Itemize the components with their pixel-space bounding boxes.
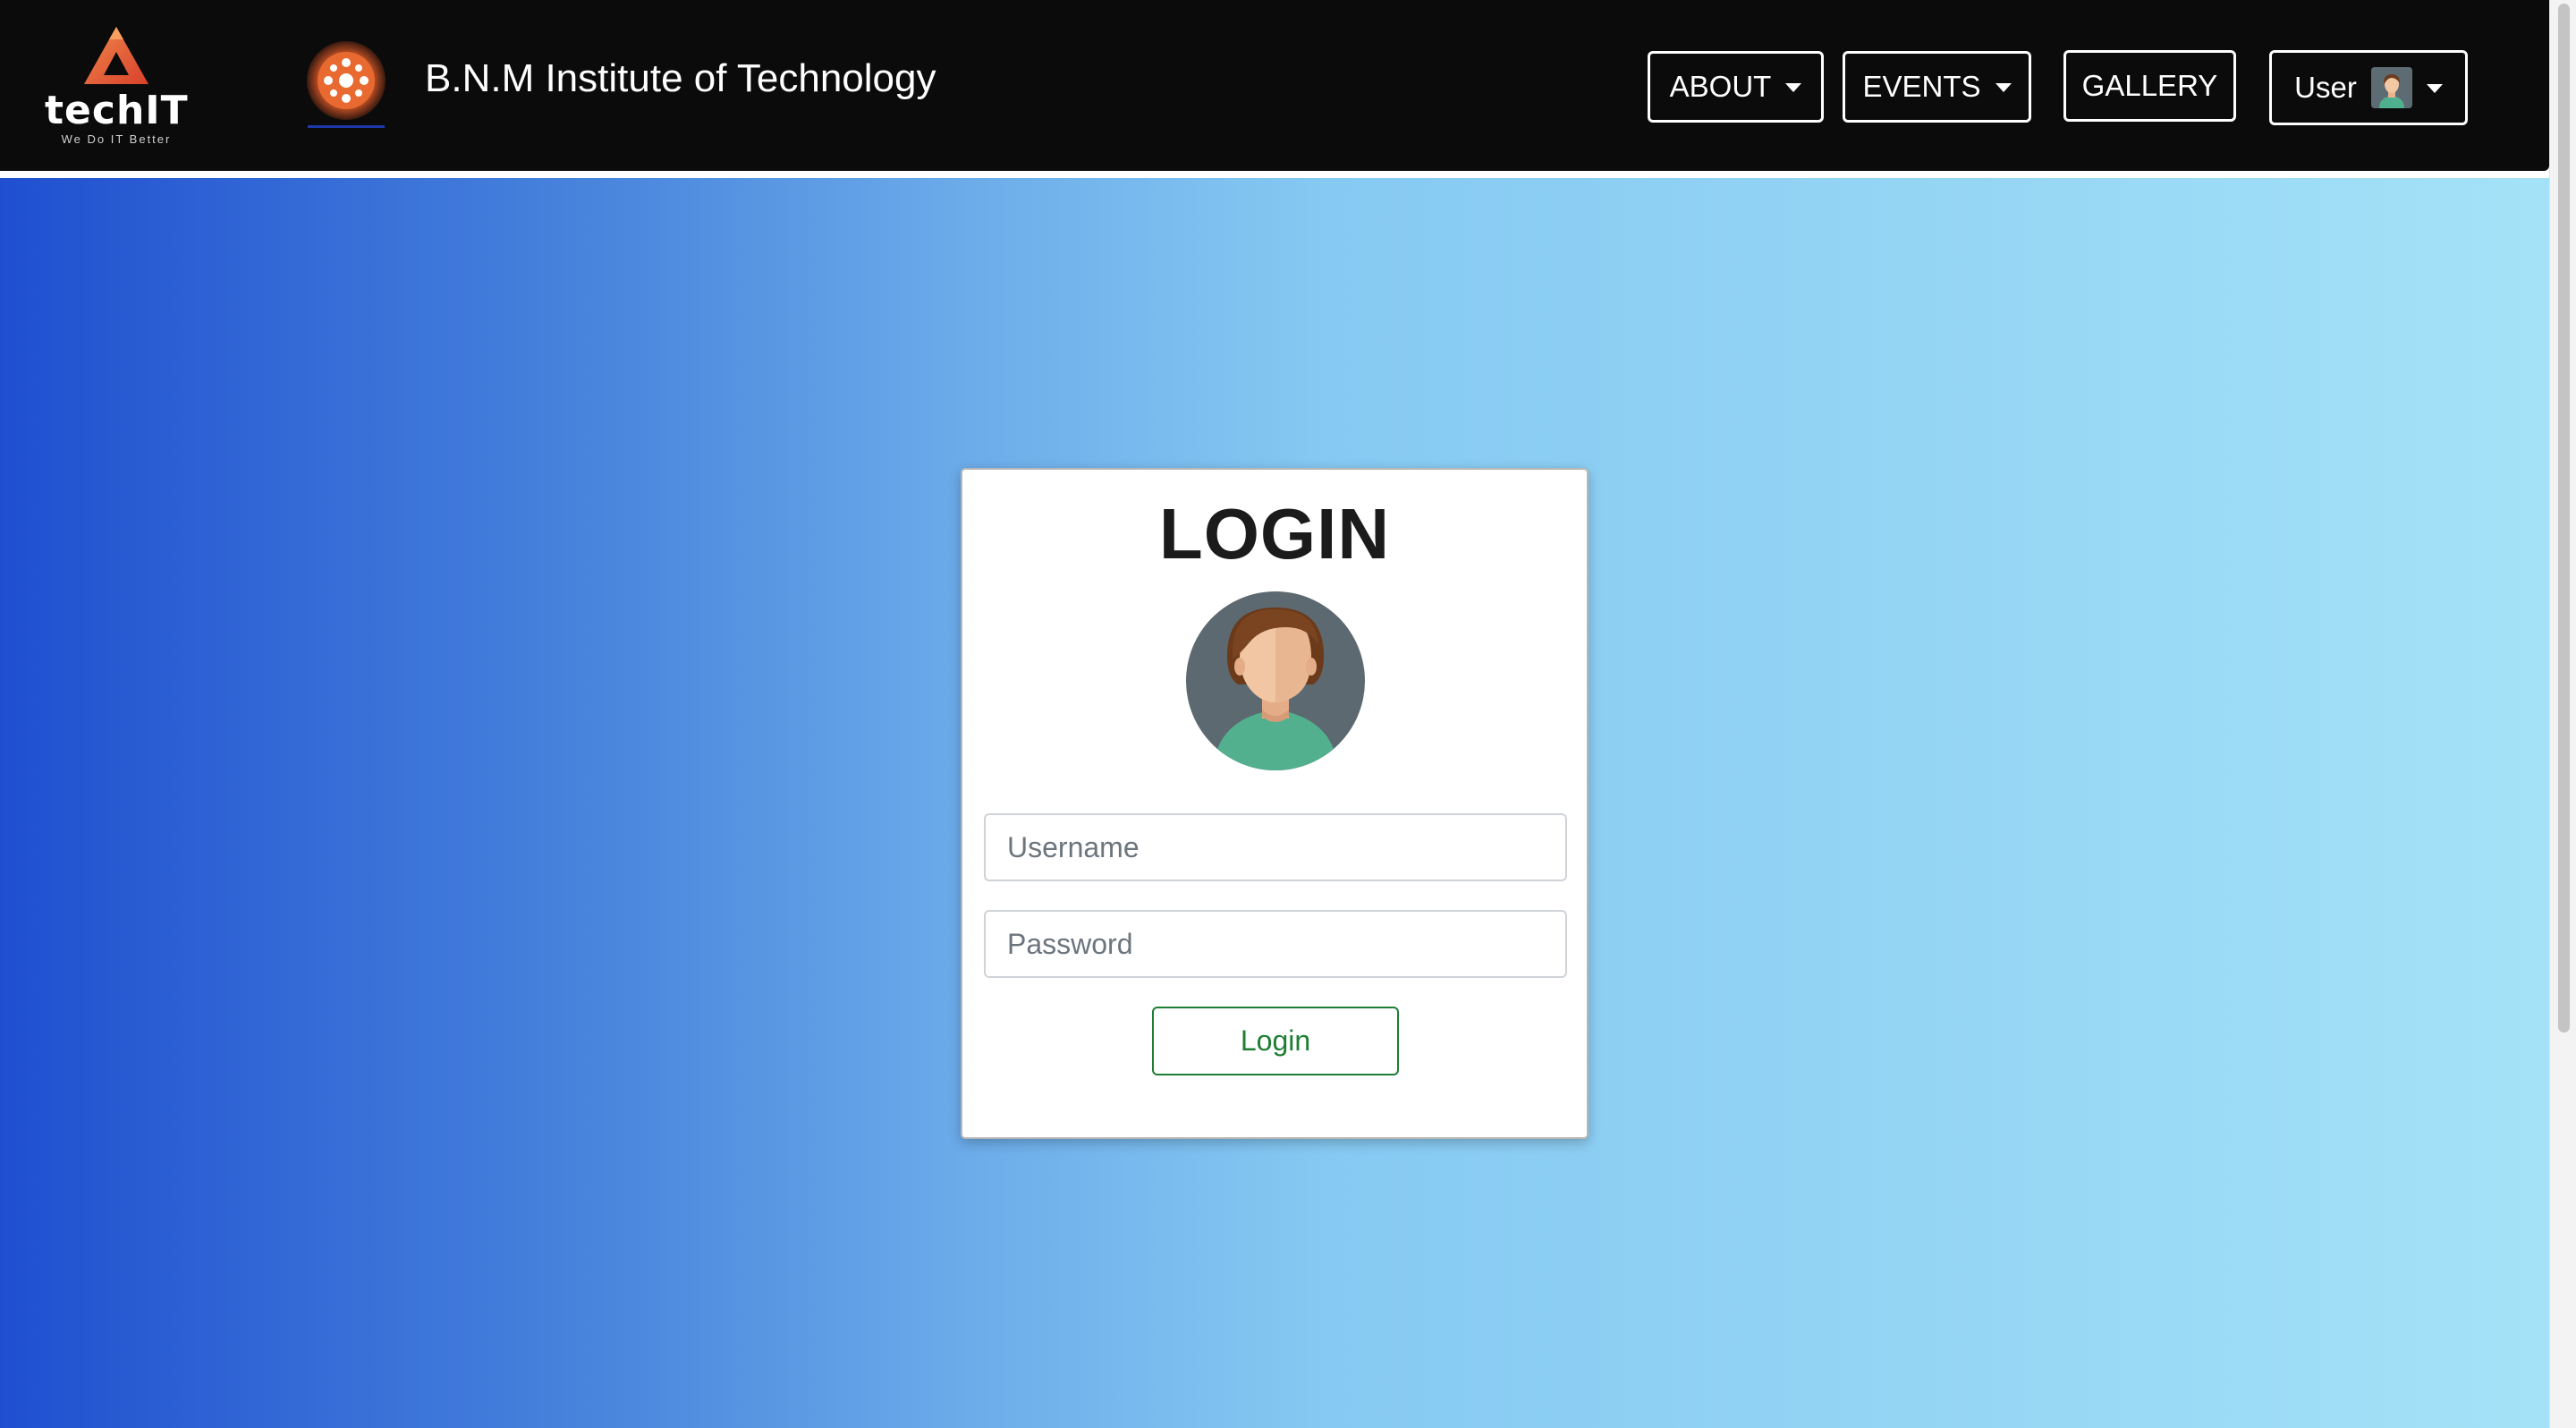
gallery-button[interactable]: GALLERY xyxy=(2063,50,2236,122)
username-input[interactable] xyxy=(984,813,1567,881)
profile-avatar-icon xyxy=(1186,591,1365,770)
brand-tagline: We Do IT Better xyxy=(61,132,172,146)
user-dropdown-button[interactable]: User xyxy=(2269,50,2468,125)
chevron-down-icon xyxy=(1995,83,2012,92)
user-avatar-icon xyxy=(2370,67,2412,108)
events-dropdown-button[interactable]: EVENTS xyxy=(1843,51,2031,123)
login-card: LOGIN Login xyxy=(961,468,1589,1139)
login-button[interactable]: Login xyxy=(1152,1007,1399,1075)
about-label: ABOUT xyxy=(1669,70,1772,103)
page-scrollbar[interactable] xyxy=(2549,0,2576,1428)
college-emblem-icon xyxy=(307,41,386,128)
about-dropdown-button[interactable]: ABOUT xyxy=(1648,51,1824,123)
gallery-label: GALLERY xyxy=(2081,69,2218,102)
brand-name: techIT xyxy=(45,88,189,133)
top-navbar: techIT We Do IT Better B.N.M Institute o… xyxy=(0,0,2549,171)
chevron-down-icon xyxy=(1785,83,1802,92)
password-input[interactable] xyxy=(984,910,1567,978)
techit-triangle-icon xyxy=(84,27,148,84)
chevron-down-icon xyxy=(2426,84,2443,93)
college-title: B.N.M Institute of Technology xyxy=(425,56,936,100)
events-label: EVENTS xyxy=(1862,70,1981,103)
login-title: LOGIN xyxy=(1158,494,1391,574)
user-label: User xyxy=(2294,71,2357,104)
brand-logo[interactable]: techIT We Do IT Better xyxy=(45,25,188,150)
scrollbar-thumb[interactable] xyxy=(2558,4,2570,1033)
